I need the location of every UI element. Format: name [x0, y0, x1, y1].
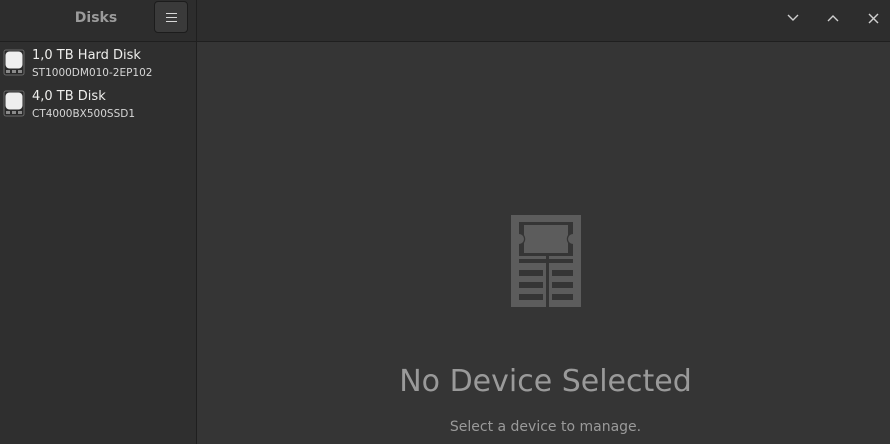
disk-list-sidebar: 1,0 TB Hard Disk ST1000DM010-2EP102 4,0 …: [0, 42, 197, 444]
chevron-down-icon: [787, 14, 799, 21]
hard-disk-icon: [3, 90, 25, 117]
empty-state-subtitle: Select a device to manage.: [449, 419, 642, 435]
main-content: No Device Selected Select a device to ma…: [197, 42, 890, 444]
disks-window: Disks 1,0 TB Hard Disk ST1000DM010-2EP10…: [0, 0, 890, 444]
hamburger-menu-icon: [165, 12, 177, 22]
close-icon: [868, 13, 878, 23]
disk-list-item[interactable]: 1,0 TB Hard Disk ST1000DM010-2EP102: [0, 43, 196, 83]
disk-model: CT4000BX500SSD1: [32, 108, 136, 120]
disk-name: 1,0 TB Hard Disk: [32, 48, 141, 63]
disk-model: ST1000DM010-2EP102: [32, 67, 153, 79]
hard-disk-icon: [3, 49, 25, 76]
disk-name: 4,0 TB Disk: [32, 89, 106, 104]
empty-state-title: No Device Selected: [399, 364, 692, 399]
disk-list-item[interactable]: 4,0 TB Disk CT4000BX500SSD1: [0, 84, 196, 124]
close-button[interactable]: [862, 8, 884, 28]
maximize-button[interactable]: [822, 8, 844, 28]
drive-icon: [511, 215, 581, 308]
main-menu-button[interactable]: [154, 1, 188, 33]
headerbar: Disks: [0, 0, 890, 42]
chevron-up-icon: [827, 15, 839, 22]
sidebar-header: Disks: [0, 0, 197, 41]
minimize-button[interactable]: [782, 8, 804, 28]
